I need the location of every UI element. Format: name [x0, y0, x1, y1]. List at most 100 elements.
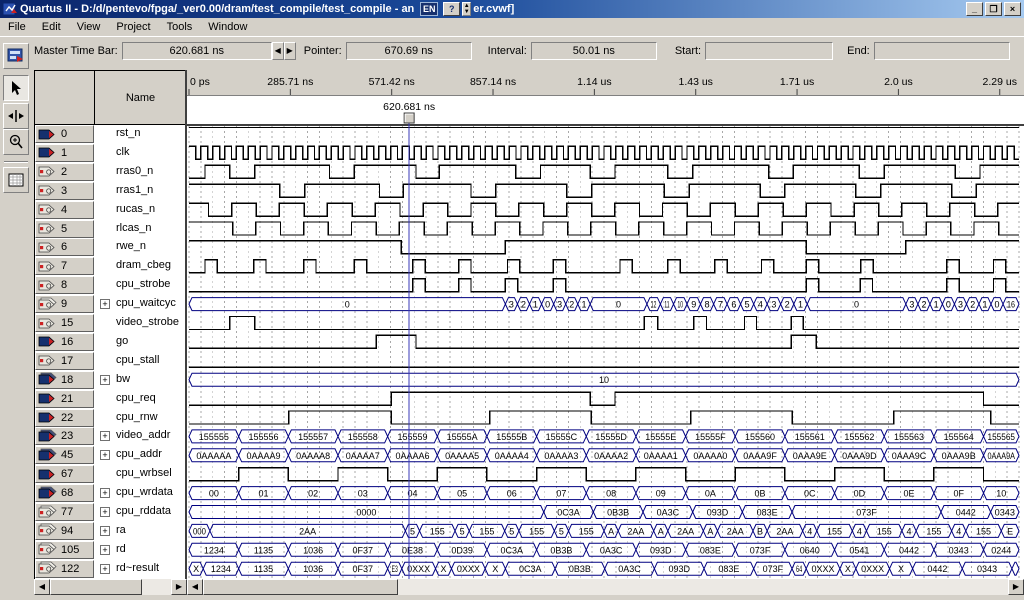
waveform-row-cpu_req[interactable] [189, 392, 1019, 405]
signal-row-cpu_rddata[interactable]: O77+cpu_rddata [35, 503, 187, 522]
signal-name[interactable]: rd [116, 543, 126, 555]
waveform-row-cpu_addr[interactable]: 0AAAAA0AAAA90AAAA80AAAA70AAAA60AAAA50AAA… [189, 449, 1019, 462]
expand-toggle[interactable]: + [100, 488, 110, 498]
waveform-canvas[interactable]: 0 ps285.71 ns571.42 ns857.14 ns1.14 us1.… [187, 70, 1024, 579]
name-panel-hscrollbar[interactable]: ◀ ▶ [34, 579, 187, 595]
signal-id-button[interactable]: O5 [35, 220, 94, 238]
signal-row-cpu_waitcyc[interactable]: O9 + cpu_waitcyc [35, 295, 187, 314]
signal-name[interactable]: video_addr [116, 429, 170, 441]
signal-id-button[interactable]: O17 [35, 352, 94, 370]
start-field[interactable] [705, 42, 833, 60]
signal-name[interactable]: rucas_n [116, 203, 155, 215]
signal-id-button[interactable]: O6 [35, 238, 94, 256]
signal-id-button[interactable]: O94 [35, 522, 94, 540]
scroll-right-arrow[interactable]: ▶ [171, 579, 187, 595]
restore-button[interactable]: ❐ [985, 2, 1002, 16]
signal-row-cpu_strobe[interactable]: O8 cpu_strobe [35, 276, 187, 295]
signal-id-button[interactable]: 16 [35, 333, 94, 351]
menu-project[interactable]: Project [108, 19, 158, 35]
scroll-right-arrow[interactable]: ▶ [1008, 579, 1024, 595]
signal-name[interactable]: cpu_waitcyc [116, 297, 176, 309]
signal-id-button[interactable]: O7 [35, 257, 94, 275]
signal-id-button[interactable]: O3 [35, 182, 94, 200]
signal-id-button[interactable]: 0 [35, 125, 94, 143]
signal-id-button[interactable]: O2 [35, 163, 94, 181]
signal-row-cpu_rnw[interactable]: 22 cpu_rnw [35, 409, 187, 428]
signal-row-video_strobe[interactable]: O15video_strobe [35, 314, 187, 333]
signal-row-cpu_wrbsel[interactable]: 67 cpu_wrbsel [35, 465, 187, 484]
signal-name[interactable]: dram_cbeg [116, 259, 171, 271]
waveform-row-cpu_waitcyc[interactable]: 03210321012111098765432103210321016 [189, 298, 1019, 311]
signal-name[interactable]: cpu_strobe [116, 278, 170, 290]
expand-toggle[interactable]: + [100, 375, 110, 385]
scroll-left-arrow[interactable]: ◀ [34, 579, 50, 595]
signal-name[interactable]: rlcas_n [116, 222, 151, 234]
signal-name[interactable]: rras1_n [116, 184, 153, 196]
signal-id-button[interactable]: 22 [35, 409, 94, 427]
waveform-panel[interactable]: 0 ps285.71 ns571.42 ns857.14 ns1.14 us1.… [185, 70, 1024, 579]
signal-id-button[interactable]: 68 [35, 484, 94, 502]
waveform-row-clk[interactable] [189, 146, 1019, 159]
signal-name[interactable]: cpu_stall [116, 354, 159, 366]
help-button[interactable]: ? [443, 2, 460, 16]
signal-id-button[interactable]: 67 [35, 465, 94, 483]
scrollbar-thumb[interactable] [203, 579, 398, 595]
waveform-row-rlcas_n[interactable] [189, 222, 1019, 235]
scrollbar-thumb[interactable] [50, 579, 142, 595]
signal-name[interactable]: cpu_rnw [116, 411, 158, 423]
expand-toggle[interactable]: + [100, 545, 110, 555]
waveform-row-rucas_n[interactable] [189, 203, 1019, 216]
menu-window[interactable]: Window [200, 19, 255, 35]
signal-row-rras0_n[interactable]: O2rras0_n [35, 163, 187, 182]
signal-id-button[interactable]: O8 [35, 276, 94, 294]
expand-toggle[interactable]: + [100, 431, 110, 441]
signal-row-ra[interactable]: O94+ra [35, 522, 187, 541]
master-time-bar-handle[interactable] [404, 113, 414, 123]
signal-row-rucas_n[interactable]: O4 rucas_n [35, 201, 187, 220]
signal-id-button[interactable]: 23 [35, 427, 94, 445]
signal-row-cpu_addr[interactable]: 45+cpu_addr [35, 446, 187, 465]
menu-view[interactable]: View [69, 19, 109, 35]
signal-name[interactable]: rst_n [116, 127, 140, 139]
signal-id-button[interactable]: 18 [35, 371, 94, 389]
waveform-hscrollbar[interactable]: ◀ ▶ [187, 579, 1024, 595]
scrollbar-track[interactable] [142, 579, 171, 595]
waveform-row-bw[interactable]: 10 [189, 373, 1019, 386]
signal-row-rd~result[interactable]: O122+rd~result [35, 560, 187, 579]
signal-id-button[interactable]: O9 [35, 295, 94, 313]
signal-row-cpu_req[interactable]: 21cpu_req [35, 390, 187, 409]
signal-row-rras1_n[interactable]: O3 rras1_n [35, 182, 187, 201]
signal-row-bw[interactable]: 18+bw [35, 371, 187, 390]
signal-name[interactable]: ra [116, 524, 126, 536]
waveform-row-cpu_wrbsel[interactable] [189, 468, 1019, 481]
signal-id-button[interactable]: 1 [35, 144, 94, 162]
selection-tool-button[interactable] [3, 75, 29, 101]
master-time-spin-left[interactable]: ◀ [272, 42, 284, 60]
signal-name[interactable]: rwe_n [116, 240, 146, 252]
scrollbar-track[interactable] [398, 579, 1008, 595]
signal-name[interactable]: video_strobe [116, 316, 179, 328]
menu-file[interactable]: File [0, 19, 34, 35]
full-screen-button[interactable] [3, 167, 29, 193]
signal-name[interactable]: clk [116, 146, 129, 158]
master-time-spin-right[interactable]: ▶ [284, 42, 296, 60]
signal-id-button[interactable]: O77 [35, 503, 94, 521]
scroll-left-arrow[interactable]: ◀ [187, 579, 203, 595]
minimize-button[interactable]: _ [966, 2, 983, 16]
signal-row-rd[interactable]: O105 + rd [35, 541, 187, 560]
expand-toggle[interactable]: + [100, 299, 110, 309]
signal-row-cpu_stall[interactable]: O17 cpu_stall [35, 352, 187, 371]
signal-id-button[interactable]: O4 [35, 201, 94, 219]
signal-id-button[interactable]: 45 [35, 446, 94, 464]
signal-id-button[interactable]: O105 [35, 541, 94, 559]
signal-name[interactable]: cpu_wrbsel [116, 467, 172, 479]
time-bar-tool-button[interactable] [3, 103, 29, 129]
report-button[interactable] [3, 43, 29, 69]
menu-tools[interactable]: Tools [159, 19, 201, 35]
waveform-row-video_addr[interactable]: 15555515555615555715555815555915555A1555… [189, 430, 1019, 443]
signal-row-rst_n[interactable]: 0 rst_n [35, 125, 187, 144]
signal-row-rlcas_n[interactable]: O5 rlcas_n [35, 220, 187, 239]
zoom-tool-button[interactable] [3, 129, 29, 155]
master-time-bar-field[interactable]: 620.681 ns [122, 42, 272, 60]
signal-row-clk[interactable]: 1 clk [35, 144, 187, 163]
